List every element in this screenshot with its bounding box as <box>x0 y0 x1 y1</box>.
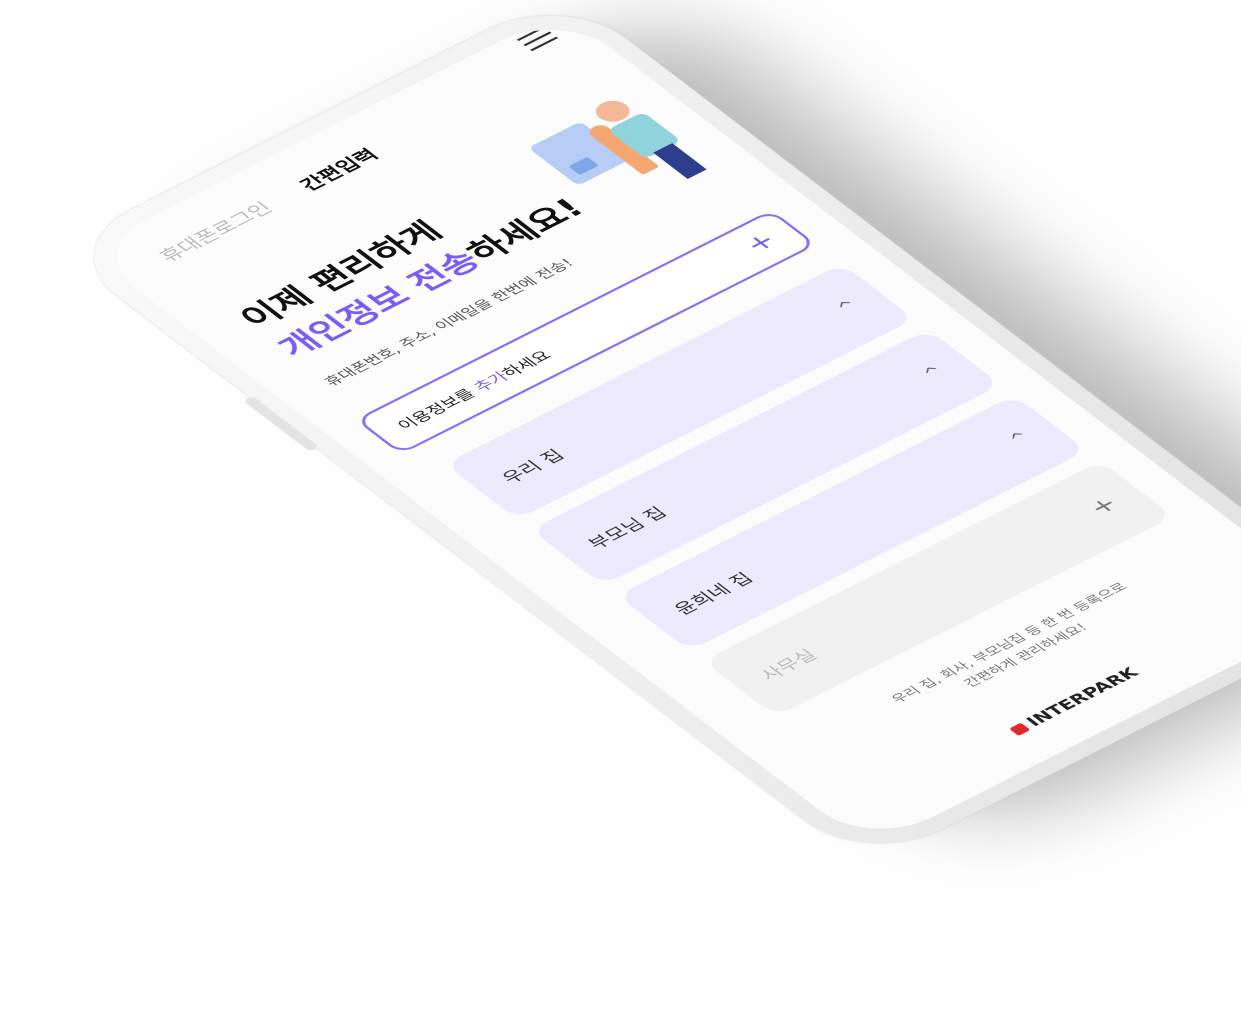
chevron-up-icon[interactable]: ^ <box>833 297 862 316</box>
item-label: 부모님 집 <box>582 503 672 553</box>
item-label: 사무실 <box>755 645 822 684</box>
chevron-up-icon[interactable]: ^ <box>1005 429 1034 448</box>
person-legs-icon <box>653 143 707 179</box>
plus-icon: + <box>738 228 785 258</box>
tab-quick-input[interactable]: 간편입력 <box>291 142 384 195</box>
tab-phone-login[interactable]: 휴대폰로그인 <box>150 196 278 267</box>
item-label: 윤희네 집 <box>668 568 758 619</box>
chevron-up-icon[interactable]: ^ <box>919 363 948 382</box>
phone-mockup: 휴대폰로그인 간편입력 이제 편리하게 개인정보 전송하세요! 휴대폰번호, 주… <box>54 0 1241 868</box>
plus-icon[interactable]: + <box>1082 492 1125 520</box>
logo-mark-icon <box>1009 722 1031 736</box>
phone-screen: 휴대폰로그인 간편입력 이제 편리하게 개인정보 전송하세요! 휴대폰번호, 주… <box>85 10 1241 849</box>
item-label: 우리 집 <box>496 445 569 487</box>
